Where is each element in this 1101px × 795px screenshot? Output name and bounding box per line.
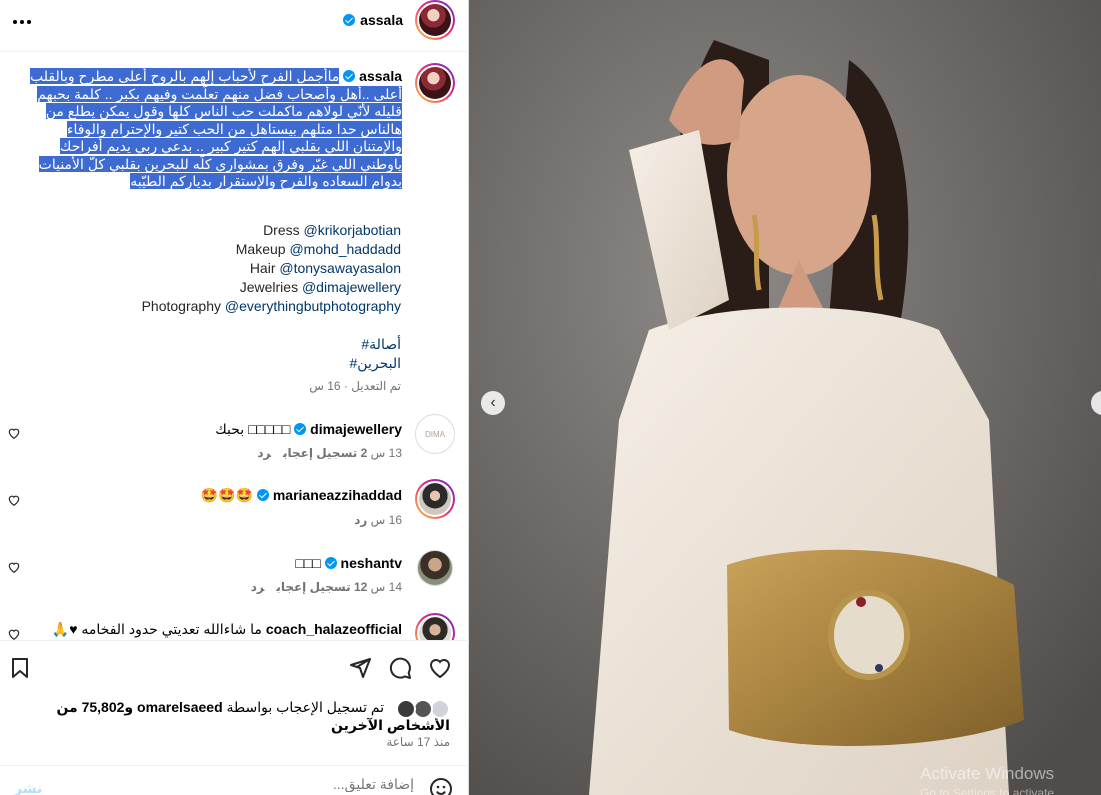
post-time: منذ 17 ساعة (386, 735, 450, 749)
credit-link[interactable]: @everythingbutphotography (225, 298, 401, 314)
commenter-avatar[interactable]: DIMA (415, 414, 455, 454)
windows-watermark-sub: Go to Settings to activate Windows. (920, 786, 1055, 795)
credit-link[interactable]: @mohd_haddadd (289, 241, 401, 257)
like-comment-heart-icon[interactable] (7, 627, 21, 640)
liker-avatars[interactable] (396, 699, 450, 719)
verified-badge-icon (324, 557, 337, 569)
emoji-icon[interactable] (429, 777, 453, 795)
verified-badge-icon (343, 70, 356, 82)
reply-button[interactable]: رد (257, 446, 271, 460)
credit-link[interactable]: @krikorjabotian (304, 222, 401, 238)
verified-badge-icon (294, 423, 307, 435)
comment-item: coach_halazeofficial ما شاءالله تعديتي ح… (0, 613, 469, 640)
caption: assala ماأجمل الفرح لأحباب إلهم بالروح أ… (30, 68, 402, 191)
reply-button[interactable]: رد (251, 580, 265, 594)
edited-timestamp: تم التعديل · 16 س (309, 379, 401, 393)
like-comment-heart-icon[interactable] (7, 493, 21, 507)
hashtag-link[interactable]: #البحرين (350, 354, 402, 373)
credit-item: Dress @krikorjabotian (263, 222, 401, 238)
likes-summary: تم تسجيل الإعجاب بواسطة omarelsaeed و75,… (56, 699, 450, 733)
comment-item: DIMA dimajewellery □□□□□ بحبك 13 س 2 تسج… (0, 412, 469, 472)
liker-username[interactable]: omarelsaeed (137, 699, 223, 715)
comment-text: □□□□□ بحبك (215, 421, 291, 437)
comment-text: □□□ (295, 555, 321, 571)
bookmark-icon[interactable] (8, 656, 32, 680)
caption-line: ماأجمل الفرح لأحباب إلهم بالروح أعلى مطر… (30, 68, 340, 84)
credit-item: Photography @everythingbutphotography (141, 298, 401, 314)
caption-line: أعلى ..أهل وأصحاب فضل منهم تعلّمت وفيهم … (37, 85, 402, 102)
credit-link[interactable]: @tonysawayasalon (279, 260, 401, 276)
comment-text: ما شاءالله تعديتي حدود الفخامه ♥🙏 (51, 621, 262, 637)
caption-line: هالناس حدا متلهم بيستاهل من الحب كتير وا… (66, 120, 402, 137)
post-photo[interactable]: ‹ Activate Windows Go to Settings to act… (469, 0, 1101, 795)
caption-line: قليله لأنّي لولاهم ماكملت حب الناس كلها … (45, 103, 402, 119)
post-details-panel: assala assala ماأجمل الفرح لأحباب إلهم ب… (0, 0, 469, 795)
comment-username[interactable]: neshantv (341, 555, 402, 571)
credits-list: Dress @krikorjabotian Makeup @mohd_hadda… (142, 221, 401, 316)
comment-bar: نشر (0, 765, 469, 795)
caption-line: والإمتنان اللي بقلبي إلهم كتير كبير .. ب… (59, 138, 402, 154)
credit-item: Makeup @mohd_haddadd (235, 241, 401, 257)
commenter-avatar[interactable] (415, 479, 455, 519)
comment-username[interactable]: dimajewellery (310, 421, 402, 437)
post-comment-button[interactable]: نشر (14, 780, 42, 795)
verified-badge-icon (256, 489, 269, 501)
credit-item: Jewelries @dimajewellery (239, 279, 401, 295)
commenter-avatar[interactable] (417, 550, 453, 586)
share-icon[interactable] (348, 656, 372, 680)
windows-watermark: Activate Windows (920, 764, 1055, 783)
comment-likes[interactable]: 2 تسجيل إعجاب (283, 446, 367, 460)
like-comment-heart-icon[interactable] (7, 426, 21, 440)
post-actions (0, 640, 469, 696)
header-username[interactable]: assala (360, 12, 403, 28)
commenter-avatar[interactable] (415, 613, 455, 640)
credit-link[interactable]: @dimajewellery (302, 279, 401, 295)
like-heart-icon[interactable] (428, 656, 452, 680)
comment-username[interactable]: marianeazzihaddad (273, 487, 402, 503)
comment-input[interactable] (94, 776, 414, 792)
caption-avatar[interactable] (415, 63, 455, 103)
caption-line: ياوطني اللي غيّر وفرق بمشواري كلّه للبحر… (38, 155, 402, 172)
comment-text: 🤩🤩🤩 (200, 487, 254, 503)
comment-icon[interactable] (388, 656, 412, 680)
post-header: assala (0, 0, 469, 52)
comment-username[interactable]: coach_halazeofficial (266, 621, 402, 637)
credit-item: Hair @tonysawayasalon (249, 260, 401, 276)
hashtag-link[interactable]: #أصالة (350, 335, 401, 354)
verified-badge-icon (343, 14, 356, 26)
header-user[interactable]: assala (343, 12, 403, 28)
caption-line: بدوام السعاده والفرح والإستقرار بدياركم … (130, 173, 402, 189)
comment-likes[interactable]: 12 تسجيل إعجاب (276, 580, 367, 594)
comment-item: neshantv □□□ 14 س 12 تسجيل إعجابرد (0, 546, 469, 606)
previous-image-button[interactable]: ‹ (481, 391, 505, 415)
header-avatar[interactable] (415, 0, 455, 40)
comment-item: marianeazzihaddad 🤩🤩🤩 16 س رد (0, 479, 469, 539)
portrait-image (469, 0, 1101, 795)
like-comment-heart-icon[interactable] (7, 560, 21, 574)
more-options-button[interactable] (10, 10, 34, 34)
reply-button[interactable]: رد (354, 513, 367, 527)
hashtags: #أصالة #البحرين (350, 335, 402, 373)
caption-username[interactable]: assala (359, 68, 402, 84)
